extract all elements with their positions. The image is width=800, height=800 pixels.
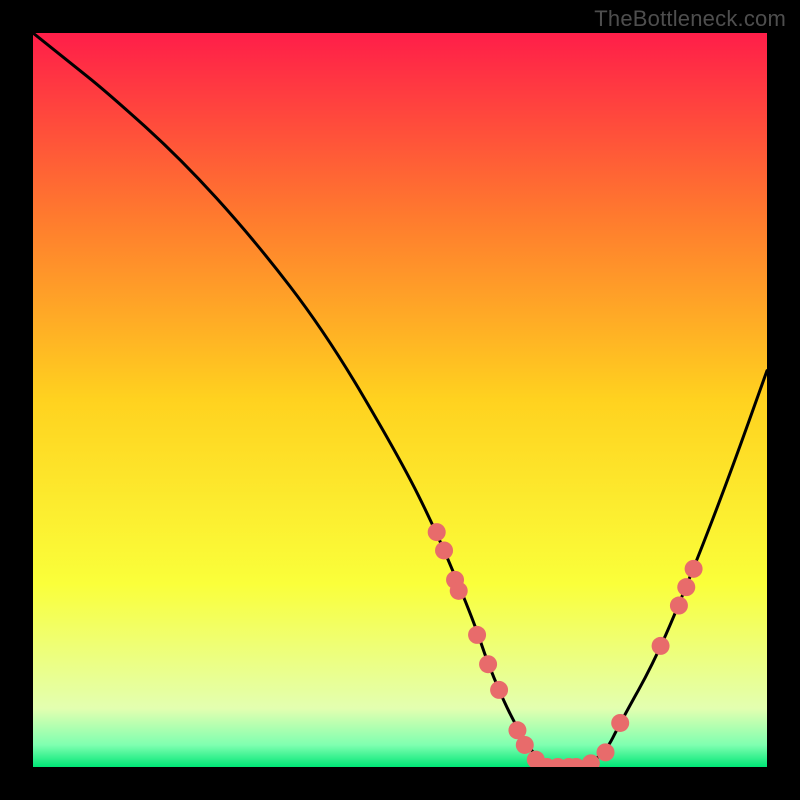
plot-area: [33, 33, 767, 767]
data-marker: [677, 578, 695, 596]
chart-svg: [33, 33, 767, 767]
data-marker: [652, 637, 670, 655]
data-marker: [597, 743, 615, 761]
data-marker: [428, 523, 446, 541]
data-marker: [468, 626, 486, 644]
data-marker: [450, 582, 468, 600]
chart-container: TheBottleneck.com: [0, 0, 800, 800]
data-marker: [435, 541, 453, 559]
data-marker: [479, 655, 497, 673]
data-marker: [685, 560, 703, 578]
data-marker: [490, 681, 508, 699]
watermark-text: TheBottleneck.com: [594, 6, 786, 32]
data-marker: [611, 714, 629, 732]
data-marker: [670, 597, 688, 615]
data-marker: [516, 736, 534, 754]
